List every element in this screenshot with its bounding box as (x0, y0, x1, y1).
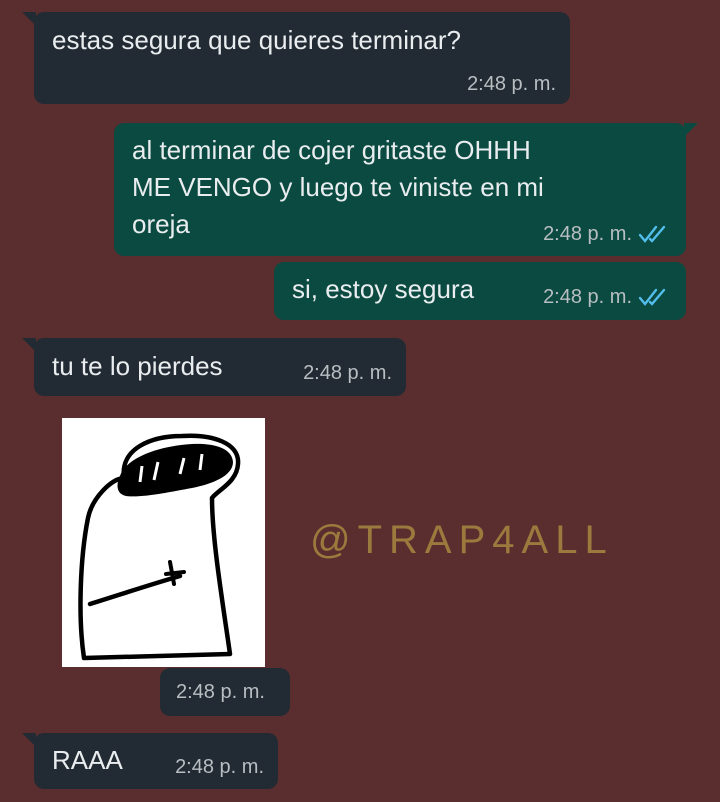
message-timestamp: 2:48 p. m. (303, 362, 392, 384)
message-timestamp: 2:48 p. m. (543, 286, 632, 308)
message-text: RAAA (52, 745, 123, 775)
message-text: estas segura que quieres terminar? (52, 25, 462, 55)
sticker-image[interactable] (62, 418, 265, 667)
flork-sticker-drawing (78, 433, 241, 661)
message-bubble-outgoing[interactable]: si, estoy segura 2:48 p. m. (274, 262, 686, 320)
message-bubble-outgoing[interactable]: al terminar de cojer gritaste OHHH ME VE… (114, 123, 698, 256)
sticker-timestamp-bubble: 2:48 p. m. (160, 668, 290, 716)
message-timestamp: 2:48 p. m. (467, 73, 556, 95)
message-bubble-incoming[interactable]: tu te lo pierdes 2:48 p. m. (22, 338, 406, 396)
double-check-read-icon (638, 225, 666, 243)
message-text: tu te lo pierdes (52, 351, 223, 381)
message-bubble-incoming[interactable]: RAAA 2:48 p. m. (22, 733, 278, 789)
double-check-read-icon (638, 288, 666, 306)
message-text: al terminar de cojer gritaste OHHH ME VE… (132, 135, 544, 239)
watermark: @TRAP4ALL (310, 518, 614, 562)
message-timestamp: 2:48 p. m. (175, 756, 264, 778)
message-timestamp: 2:48 p. m. (543, 223, 632, 245)
message-text: si, estoy segura (292, 274, 475, 304)
message-timestamp: 2:48 p. m. (176, 681, 265, 703)
message-bubble-incoming[interactable]: estas segura que quieres terminar? 2:48 … (22, 12, 570, 104)
